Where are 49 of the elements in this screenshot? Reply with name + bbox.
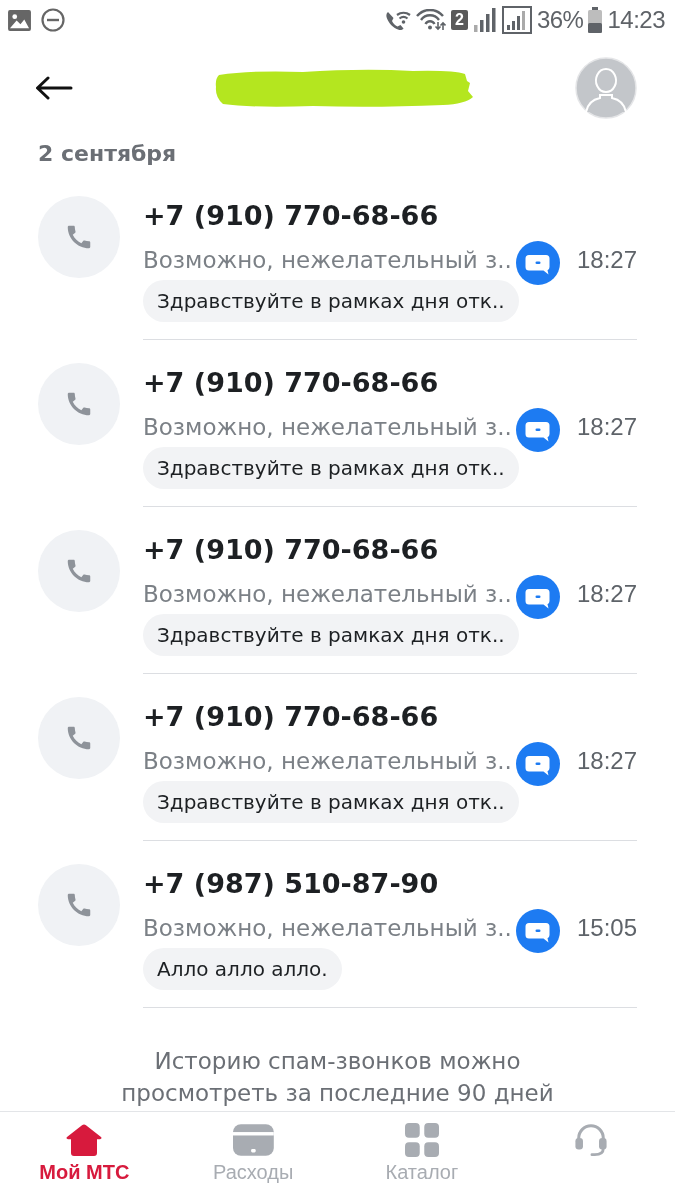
call-time: 18:27 xyxy=(576,746,637,776)
sim-badge: 2 xyxy=(451,10,468,30)
message-preview[interactable]: Здравствуйте в рамках дня отк.. xyxy=(143,280,519,322)
battery-percent: 36% xyxy=(536,6,584,34)
phone-number[interactable]: +7 (910) 770-68-66 xyxy=(143,196,439,236)
signal-icon xyxy=(501,6,532,34)
chat-bubble-icon xyxy=(515,742,560,786)
avatar-icon[interactable] xyxy=(575,56,637,119)
call-time: 18:27 xyxy=(576,245,637,275)
phone-number[interactable]: +7 (910) 770-68-66 xyxy=(143,697,439,737)
back-arrow-icon[interactable] xyxy=(35,75,73,100)
grid-icon[interactable] xyxy=(404,1123,439,1157)
date-heading: 2 сентября xyxy=(38,140,177,168)
wallet-icon[interactable] xyxy=(232,1123,274,1157)
spam-label: Возможно, нежелательный з.. xyxy=(143,246,512,275)
phone-icon xyxy=(38,196,120,278)
phone-icon xyxy=(38,530,120,612)
battery-icon xyxy=(588,7,603,33)
signal-icon xyxy=(472,7,497,33)
image-icon xyxy=(8,9,31,31)
call-time: 18:27 xyxy=(576,579,637,609)
message-preview[interactable]: Алло алло алло. xyxy=(143,948,342,990)
message-preview[interactable]: Здравствуйте в рамках дня отк.. xyxy=(143,781,519,823)
phone-number[interactable]: +7 (987) 510-87-90 xyxy=(143,864,439,904)
info-text: Историю спам-звонков можно просмотреть за последние 90 дней xyxy=(120,1047,555,1108)
phone-icon xyxy=(38,363,120,445)
phone-number[interactable]: +7 (910) 770-68-66 xyxy=(143,363,439,403)
chat-bubble-icon xyxy=(515,241,560,285)
clock: 14:23 xyxy=(607,6,665,34)
phone-icon xyxy=(38,697,120,779)
call-time: 15:05 xyxy=(576,913,637,943)
spam-label: Возможно, нежелательный з.. xyxy=(143,580,512,609)
wifi-calling-icon xyxy=(385,9,411,31)
phone-icon xyxy=(38,864,120,946)
chat-bubble-icon xyxy=(515,575,560,619)
nav-tab[interactable]: Мой МТС xyxy=(39,1160,130,1184)
chat-bubble-icon xyxy=(515,408,560,452)
phone-number[interactable]: +7 (910) 770-68-66 xyxy=(143,530,439,570)
do-not-disturb-icon xyxy=(41,8,65,32)
home-icon[interactable] xyxy=(65,1123,104,1157)
headset-icon[interactable] xyxy=(573,1123,608,1157)
spam-label: Возможно, нежелательный з.. xyxy=(143,747,512,776)
message-preview[interactable]: Здравствуйте в рамках дня отк.. xyxy=(143,614,519,656)
message-preview[interactable]: Здравствуйте в рамках дня отк.. xyxy=(143,447,519,489)
chat-bubble-icon xyxy=(515,909,560,953)
call-time: 18:27 xyxy=(576,412,637,442)
spam-label: Возможно, нежелательный з.. xyxy=(143,914,512,943)
wifi-icon xyxy=(416,9,446,31)
spam-label: Возможно, нежелательный з.. xyxy=(143,413,512,442)
